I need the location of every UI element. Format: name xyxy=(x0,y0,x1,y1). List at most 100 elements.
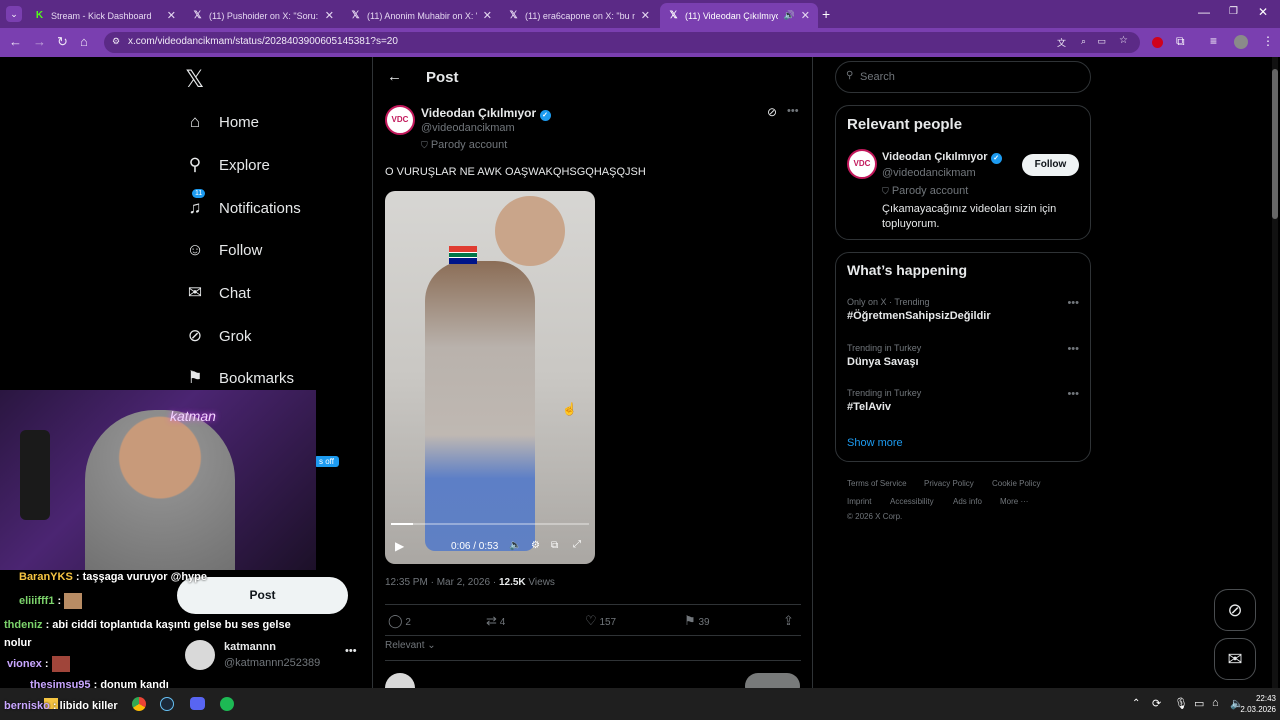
volume-icon[interactable]: 🔈 xyxy=(509,540,521,551)
page-scrollbar[interactable] xyxy=(1272,57,1278,688)
footer-link[interactable]: Accessibility xyxy=(890,497,934,506)
clock[interactable]: 22:43 2.03.2026 xyxy=(1226,693,1276,715)
repost-button[interactable]: ⇄ 4 xyxy=(486,613,505,629)
video-player[interactable]: ▶ 0:06 / 0:53 🔈 ⚙ ⧉ ⤢ xyxy=(385,191,595,564)
author-handle[interactable]: @videodancikmam xyxy=(421,122,515,134)
extension-opera-icon[interactable] xyxy=(1152,37,1163,48)
discord-icon[interactable] xyxy=(190,697,205,710)
play-icon[interactable]: ▶ xyxy=(395,539,404,553)
sidebar-item-grok[interactable]: ⊘ Grok xyxy=(185,326,252,346)
settings-gear-icon[interactable]: ⚙ xyxy=(531,540,540,551)
site-info-icon[interactable]: ⚙ xyxy=(112,36,120,47)
sort-replies-dropdown[interactable]: Relevant ⌄ xyxy=(385,640,436,651)
close-window-button[interactable]: ✕ xyxy=(1258,5,1268,19)
footer-link[interactable]: Terms of Service xyxy=(847,479,907,488)
sidebar-item-chat[interactable]: ✉ Chat xyxy=(185,283,251,303)
more-dots-icon[interactable]: ••• xyxy=(1067,343,1079,355)
sidebar-item-follow[interactable]: ☺ Follow xyxy=(185,240,262,260)
chrome-icon[interactable] xyxy=(132,697,146,711)
parody-label: ⛉ Parody account xyxy=(421,139,508,151)
profile-avatar[interactable] xyxy=(1234,35,1248,49)
close-tab-icon[interactable]: ✕ xyxy=(483,9,492,22)
fullscreen-icon[interactable]: ⤢ xyxy=(573,539,581,550)
cast-icon[interactable]: ▭ xyxy=(1097,36,1106,47)
divider xyxy=(385,635,801,636)
close-tab-icon[interactable]: ✕ xyxy=(641,9,650,22)
more-dots-icon[interactable]: ••• xyxy=(1067,388,1079,400)
back-arrow-icon[interactable]: ← xyxy=(9,34,22,49)
home-button-icon[interactable]: ⌂ xyxy=(80,34,88,49)
sidebar-item-bookmarks[interactable]: ⚑ Bookmarks xyxy=(185,368,294,388)
grok-float-button[interactable]: ⊘ xyxy=(1214,589,1256,631)
trend-item[interactable]: Trending in Turkey #TelAviv ••• xyxy=(847,388,1079,413)
close-tab-icon[interactable]: ✕ xyxy=(801,9,810,22)
show-more-link[interactable]: Show more xyxy=(847,437,903,449)
sidebar-item-home[interactable]: ⌂ Home xyxy=(185,112,259,132)
translate-icon[interactable]: 文 xyxy=(1057,36,1066,49)
address-bar[interactable]: ⚙ x.com/videodancikmam/status/2028403900… xyxy=(104,32,1140,53)
video-progress-fill xyxy=(391,523,414,525)
pip-icon[interactable]: ⧉ xyxy=(551,540,558,551)
tab-videodan-active[interactable]: 𝕏 (11) Videodan Çıkılmıyor o 🔊 ✕ xyxy=(660,3,818,28)
bookmark-star-icon[interactable]: ☆ xyxy=(1119,35,1128,46)
tray-app-icon[interactable]: ⟳ xyxy=(1152,697,1161,710)
browser-menu-icon[interactable]: ⋮ xyxy=(1262,34,1274,48)
avatar[interactable]: VDC xyxy=(385,105,415,135)
author-name[interactable]: Videodan Çıkılmıyor ✓ xyxy=(421,106,551,121)
media-control-icon[interactable]: ≡ xyxy=(1210,34,1217,48)
minimize-button[interactable]: — xyxy=(1198,5,1210,19)
close-tab-icon[interactable]: ✕ xyxy=(325,9,334,22)
footer-link[interactable]: Ads info xyxy=(953,497,982,506)
mail-icon: ✉ xyxy=(187,283,203,302)
like-button[interactable]: ♡ 157 xyxy=(585,613,616,629)
footer-link[interactable]: More ··· xyxy=(1000,497,1028,506)
more-dots-icon[interactable]: ••• xyxy=(1067,297,1079,309)
footer-link[interactable]: Imprint xyxy=(847,497,871,506)
speaker-icon[interactable]: 🔊 xyxy=(784,10,795,21)
follow-button[interactable]: Follow xyxy=(1022,154,1079,176)
back-arrow-icon[interactable]: ← xyxy=(387,68,402,85)
spotify-icon[interactable] xyxy=(220,697,234,711)
tab-search-button[interactable]: ⌄ xyxy=(6,6,22,22)
browser-toolbar: ← → ↻ ⌂ ⚙ x.com/videodancikmam/status/20… xyxy=(0,28,1280,57)
zoom-icon[interactable]: ⌕ xyxy=(1081,36,1086,47)
video-progress-track[interactable] xyxy=(391,523,589,525)
trend-item[interactable]: Only on X · Trending #ÖğretmenSahipsizDe… xyxy=(847,297,1079,322)
footer-link[interactable]: Privacy Policy xyxy=(924,479,974,488)
post-text: O VURUŞLAR NE AWK OAŞWAKQHSGQHAŞQJSH xyxy=(385,166,646,178)
network-icon[interactable]: ⌂ xyxy=(1212,697,1219,709)
reply-button-partial[interactable] xyxy=(745,673,800,688)
x-logo-icon[interactable]: 𝕏 xyxy=(185,65,204,94)
tray-chevron-icon[interactable]: ⌃ xyxy=(1132,698,1140,709)
trend-item[interactable]: Trending in Turkey Dünya Savaşı ••• xyxy=(847,343,1079,368)
post-meta: 12:35 PM · Mar 2, 2026 · 12.5K Views xyxy=(385,577,555,588)
forward-arrow-icon[interactable]: → xyxy=(33,34,46,49)
avatar[interactable]: VDC xyxy=(847,149,877,179)
tab-anonim[interactable]: 𝕏 (11) Anonim Muhabir on X: "M ✕ xyxy=(342,3,500,28)
steam-icon[interactable] xyxy=(160,697,174,711)
reply-button[interactable]: ◯ 2 xyxy=(388,613,411,629)
grok-icon[interactable]: ⊘ xyxy=(767,105,777,119)
microphone-icon[interactable]: 🎙 xyxy=(1174,697,1188,710)
messages-float-button[interactable]: ✉ xyxy=(1214,638,1256,680)
person-name[interactable]: Videodan Çıkılmıyor ✓ xyxy=(882,151,1002,164)
scrollbar-thumb[interactable] xyxy=(1272,69,1278,219)
person-handle[interactable]: @videodancikmam xyxy=(882,167,976,179)
tab-kick[interactable]: K Stream - Kick Dashboard ✕ xyxy=(26,3,184,28)
tab-pushoider[interactable]: 𝕏 (11) Pushoider on X: "Soru: "Fe ✕ xyxy=(184,3,342,28)
extensions-puzzle-icon[interactable]: ⧉ xyxy=(1176,34,1185,49)
sidebar-item-notifications[interactable]: ♫ 11 Notifications xyxy=(185,189,301,218)
more-dots-icon[interactable]: ••• xyxy=(787,105,799,117)
display-icon[interactable]: ▭ xyxy=(1194,697,1204,710)
reload-icon[interactable]: ↻ xyxy=(57,34,68,50)
footer-link[interactable]: Cookie Policy xyxy=(992,479,1040,488)
search-input[interactable]: ⚲ Search xyxy=(835,61,1091,93)
close-tab-icon[interactable]: ✕ xyxy=(167,9,176,22)
restore-button[interactable]: ❐ xyxy=(1229,6,1238,17)
more-dots-icon[interactable]: ••• xyxy=(345,645,357,657)
new-tab-button[interactable]: + xyxy=(822,6,830,22)
share-icon[interactable]: ⇪ xyxy=(783,613,794,629)
tab-era6capone[interactable]: 𝕏 (11) era6capone on X: "bu ne a ✕ xyxy=(500,3,658,28)
sidebar-item-explore[interactable]: ⚲ Explore xyxy=(185,155,270,175)
bookmark-button[interactable]: ⚑ 39 xyxy=(684,613,710,629)
